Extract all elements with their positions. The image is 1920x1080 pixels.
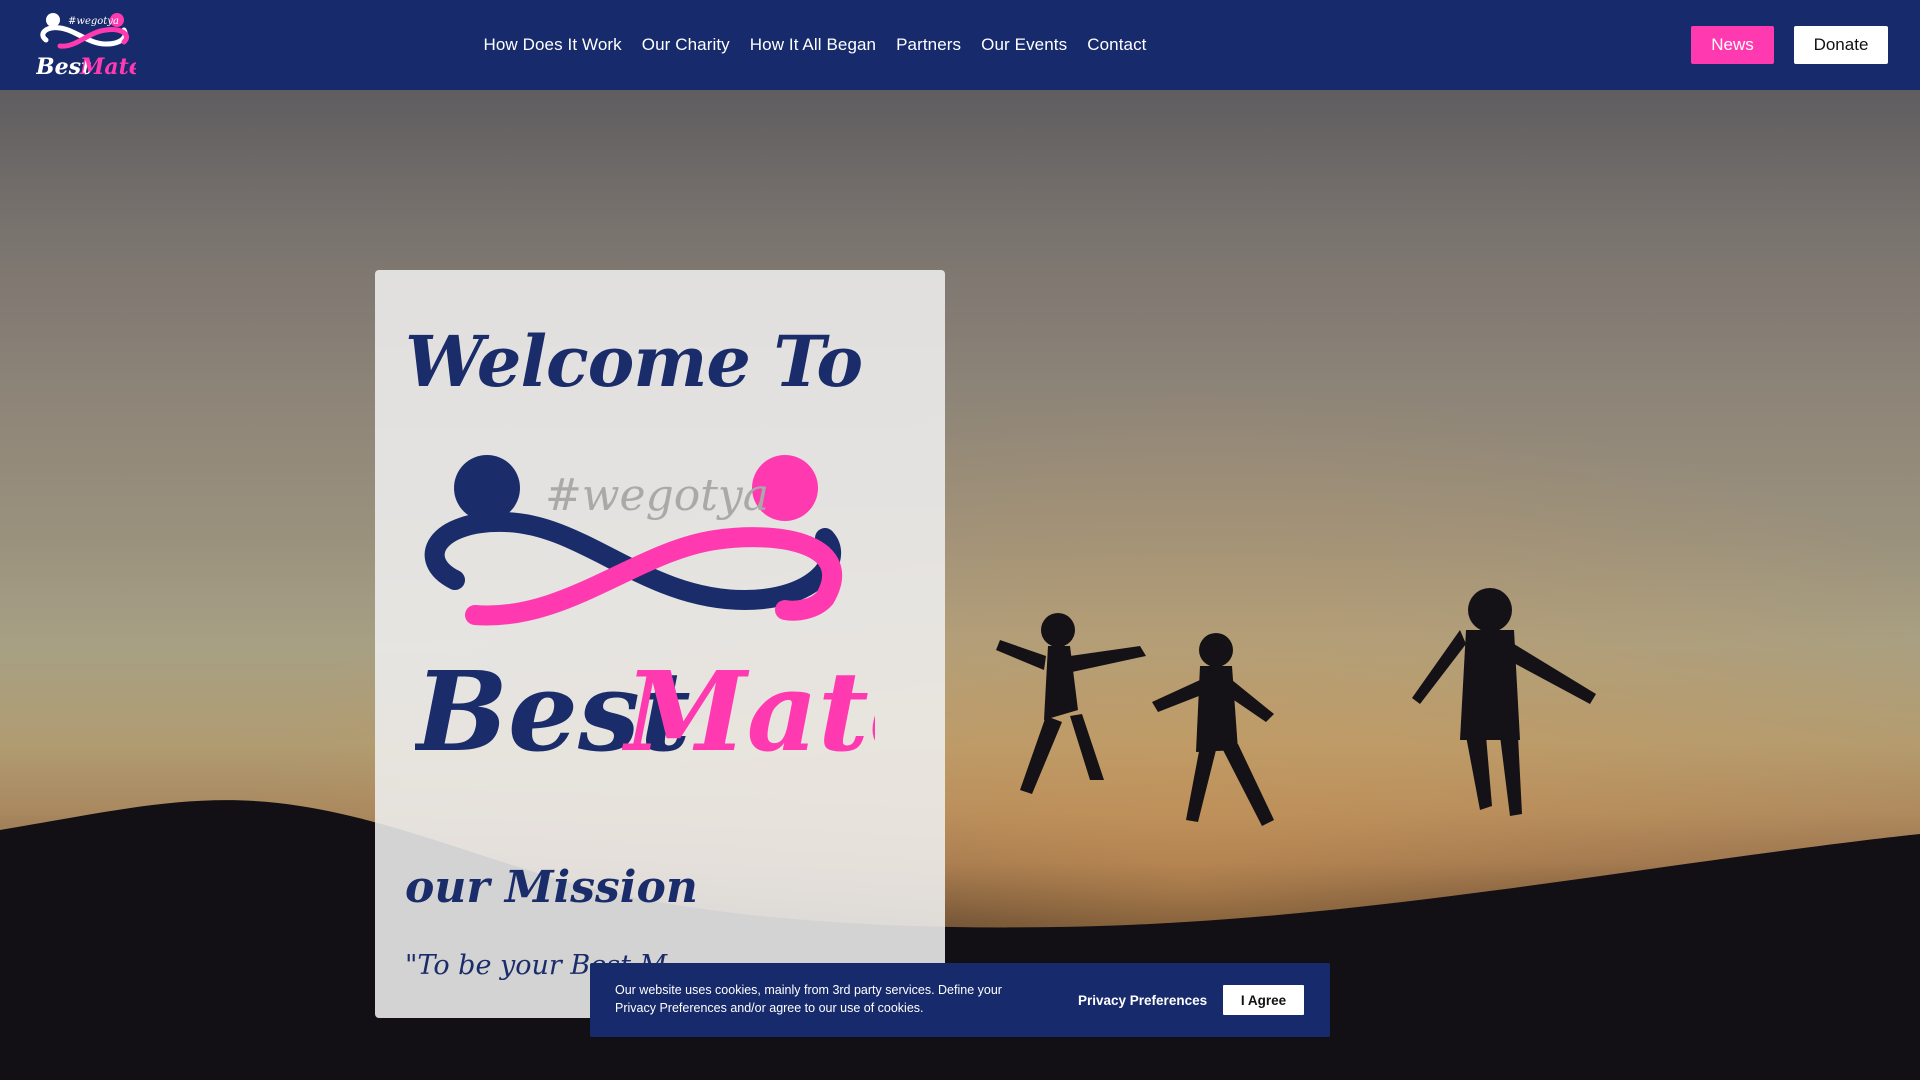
mission-heading: our Mission — [405, 862, 698, 913]
donate-button[interactable]: Donate — [1794, 26, 1888, 64]
main-nav: How Does It Work Our Charity How It All … — [0, 0, 1920, 90]
nav-our-charity[interactable]: Our Charity — [642, 35, 730, 55]
cookie-banner: Our website uses cookies, mainly from 3r… — [590, 963, 1330, 1037]
news-button[interactable]: News — [1691, 26, 1774, 64]
nav-how-it-all-began[interactable]: How It All Began — [750, 35, 876, 55]
hero-section: Welcome To #wegotya Best Mates our Missi… — [0, 90, 1920, 1080]
site-header: #wegotya Best Mates How Does It Work Our… — [0, 0, 1920, 90]
agree-button[interactable]: I Agree — [1223, 985, 1304, 1015]
big-logo-hashtag: #wegotya — [545, 470, 769, 521]
best-mates-large-logo: #wegotya Best Mates — [415, 455, 875, 776]
nav-how-does-it-work[interactable]: How Does It Work — [483, 35, 621, 55]
nav-our-events[interactable]: Our Events — [981, 35, 1067, 55]
nav-contact[interactable]: Contact — [1087, 35, 1146, 55]
hero-background-image — [0, 90, 1920, 1080]
nav-partners[interactable]: Partners — [896, 35, 961, 55]
welcome-card: Welcome To #wegotya Best Mates our Missi… — [375, 270, 945, 1018]
privacy-preferences-button[interactable]: Privacy Preferences — [1078, 985, 1207, 1015]
cookie-text: Our website uses cookies, mainly from 3r… — [615, 983, 1002, 1015]
big-logo-mates: Mates — [621, 647, 875, 776]
welcome-heading: Welcome To — [405, 320, 863, 403]
